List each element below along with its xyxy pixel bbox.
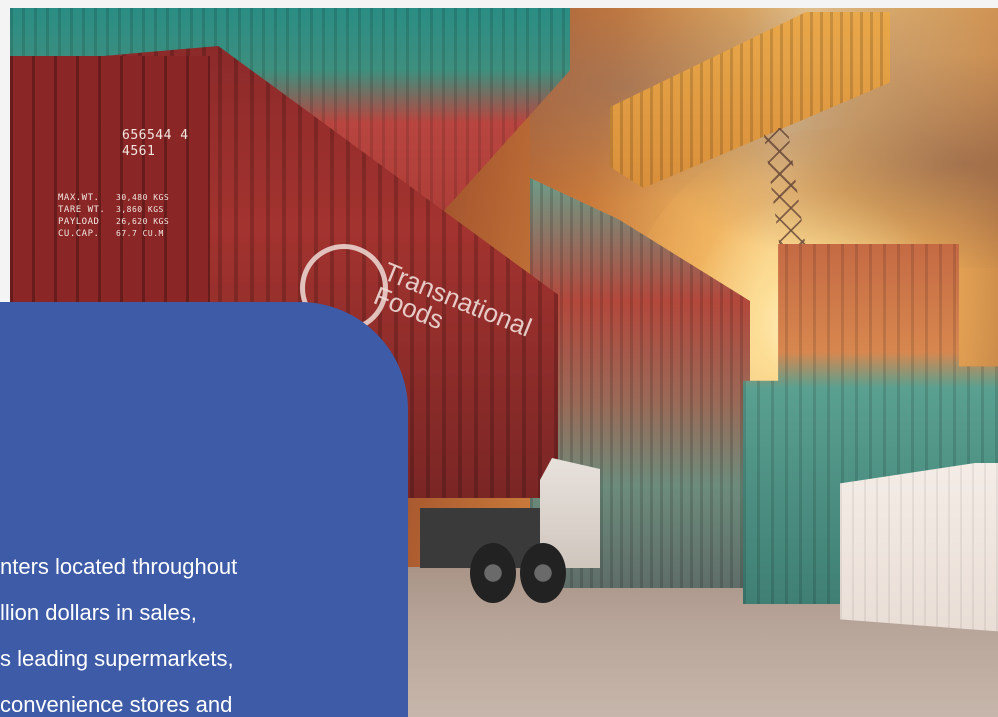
card-text-line: s leading supermarkets, (0, 646, 234, 671)
truck-wheel (520, 543, 566, 603)
door-spec-label: PAYLOAD (58, 217, 100, 227)
page: 656544 4 4561 MAX.WT. TARE WT. PAYLOAD C… (0, 0, 998, 717)
door-marking-line: 656544 4 (122, 128, 189, 143)
info-card: nters located throughout llion dollars i… (0, 302, 408, 717)
door-spec-value: 3,860 KGS (116, 205, 164, 214)
truck-wheel (470, 543, 516, 603)
door-spec-label: TARE WT. (58, 205, 106, 215)
door-spec-label: CU.CAP. (58, 229, 100, 239)
door-marking-line: 4561 (122, 144, 156, 159)
card-text-line: convenience stores and (0, 692, 233, 717)
container-door: 656544 4 4561 MAX.WT. TARE WT. PAYLOAD C… (10, 56, 210, 308)
truck (420, 448, 600, 618)
top-margin (535, 0, 998, 8)
door-spec-label: MAX.WT. (58, 193, 100, 203)
white-container (840, 463, 998, 633)
door-spec-value: 67.7 CU.M (116, 229, 164, 238)
door-spec-value: 26,620 KGS (116, 217, 170, 226)
card-text-line: llion dollars in sales, (0, 600, 197, 625)
door-spec-value: 30,480 KGS (116, 193, 170, 202)
card-text-line: nters located throughout (0, 554, 238, 579)
